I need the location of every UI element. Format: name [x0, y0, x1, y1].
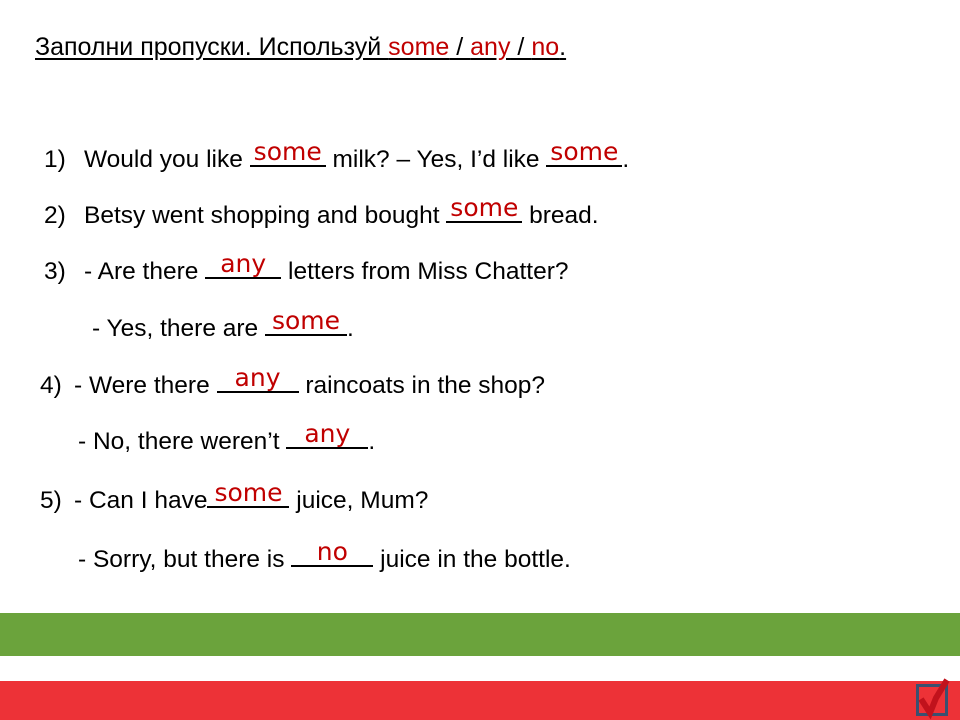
checkbox-stamp	[914, 678, 954, 720]
answer-4r: any	[304, 418, 351, 448]
item-5-text-before: - Can I have	[74, 486, 208, 514]
title-period: .	[559, 33, 567, 61]
item-number-1: 1)	[44, 145, 66, 173]
answer-4: any	[234, 362, 281, 392]
exercise-item-5-response: - Sorry, but there is no juice in the bo…	[78, 536, 571, 573]
exercise-item-4-response: - No, there weren’t any.	[78, 418, 376, 455]
answer-3r: some	[271, 305, 341, 335]
item-1-text-before: Would you like	[84, 145, 243, 173]
item-2-text-before: Betsy went shopping and bought	[84, 201, 440, 229]
answer-1b: some	[550, 136, 619, 166]
red-decoration-bar	[0, 681, 960, 720]
answer-1a: some	[253, 136, 322, 166]
exercise-item-3-response: - Yes, there are some.	[92, 305, 354, 342]
answer-5r: no	[316, 536, 348, 566]
item-3r-text-before: - Yes, there are	[92, 314, 259, 342]
title-separator-2: /	[510, 33, 532, 61]
blank-4r[interactable]: any	[286, 418, 369, 449]
title-instruction-text: Заполни пропуски. Используй	[35, 33, 389, 61]
item-4r-text-after: .	[368, 427, 376, 455]
answer-2: some	[450, 192, 519, 222]
exercise-item-4: 4) - Were there any raincoats in the shop…	[40, 362, 546, 399]
title-keyword-some: some	[388, 33, 450, 61]
blank-3[interactable]: any	[205, 248, 282, 279]
item-number-3: 3)	[44, 257, 66, 285]
answer-3: any	[220, 248, 267, 278]
item-3r-text-after: .	[346, 314, 354, 342]
item-5r-text-after: juice in the bottle.	[380, 545, 571, 573]
item-1-text-after: .	[622, 145, 630, 173]
blank-2[interactable]: some	[446, 192, 523, 223]
blank-4[interactable]: any	[216, 362, 299, 393]
exercise-item-5: 5) - Can I have some juice, Mum?	[40, 477, 429, 514]
item-1-text-middle: milk? – Yes, I’d like	[332, 145, 540, 173]
blank-3r[interactable]: some	[264, 305, 347, 336]
checkmark-icon	[918, 678, 950, 720]
blank-5r[interactable]: no	[291, 536, 374, 567]
page-title: Заполни пропуски. Используй some / any /…	[35, 33, 566, 62]
blank-5[interactable]: some	[207, 477, 290, 508]
exercise-item-1: 1) Would you like some milk? – Yes, I’d l…	[44, 136, 630, 173]
item-3-text-before: - Are there	[84, 257, 199, 285]
slide-canvas: Заполни пропуски. Используй some / any /…	[0, 0, 960, 720]
title-keyword-no: no	[531, 33, 560, 61]
item-4-text-after: raincoats in the shop?	[305, 371, 546, 399]
title-keyword-any: any	[470, 33, 511, 61]
item-5r-text-before: - Sorry, but there is	[78, 545, 285, 573]
item-number-5: 5)	[40, 486, 62, 514]
item-2-text-after: bread.	[529, 201, 599, 229]
item-4-text-before: - Were there	[74, 371, 210, 399]
item-4r-text-before: - No, there weren’t	[78, 427, 280, 455]
item-number-4: 4)	[40, 371, 62, 399]
exercise-item-3: 3) - Are there any letters from Miss Chat…	[44, 248, 569, 285]
blank-1b[interactable]: some	[546, 136, 623, 167]
item-number-2: 2)	[44, 201, 66, 229]
blank-1a[interactable]: some	[249, 136, 326, 167]
title-separator-1: /	[449, 33, 471, 61]
item-3-text-after: letters from Miss Chatter?	[288, 257, 569, 285]
green-decoration-bar	[0, 613, 960, 656]
answer-5: some	[214, 477, 283, 507]
item-5-text-after: juice, Mum?	[296, 486, 429, 514]
exercise-item-2: 2) Betsy went shopping and bought some br…	[44, 192, 599, 229]
